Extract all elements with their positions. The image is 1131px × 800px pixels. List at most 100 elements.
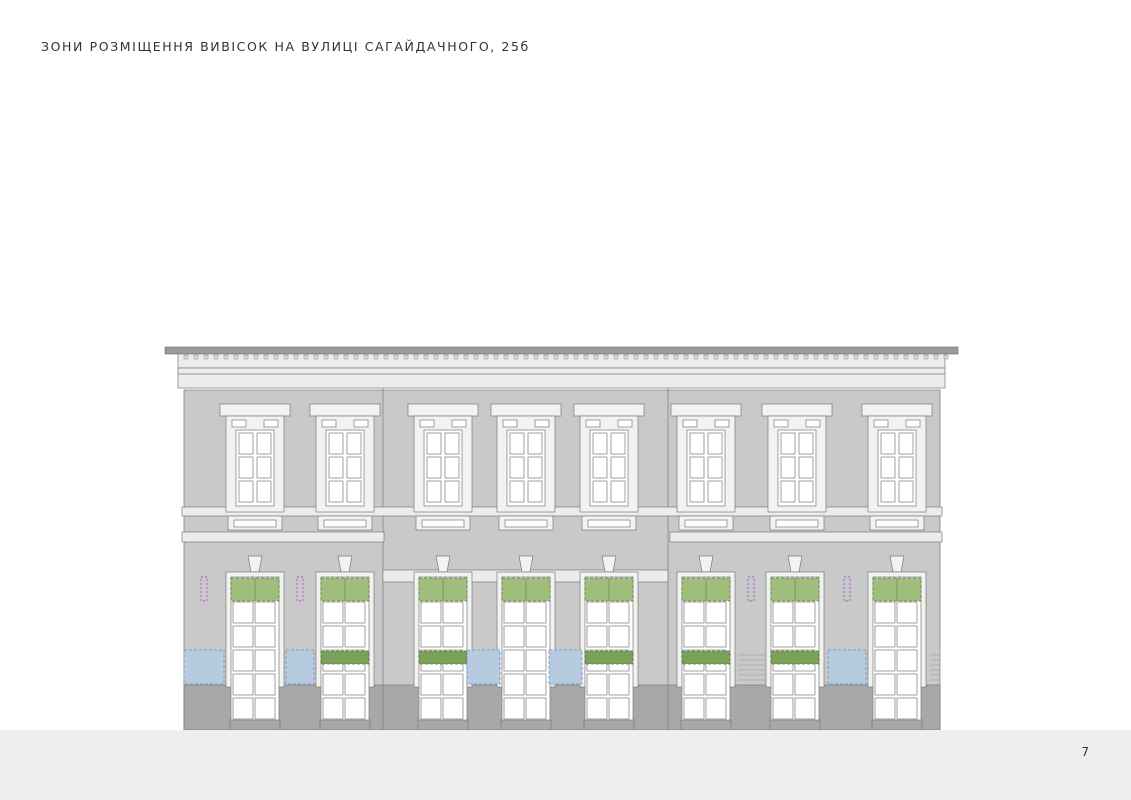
sign-zone-blue (827, 649, 867, 685)
door-pane (772, 625, 794, 648)
window-pane (328, 432, 344, 455)
door-pane (254, 673, 276, 696)
dentil (833, 354, 839, 360)
window-pane (426, 480, 442, 503)
door-step (500, 719, 552, 731)
door-pane (344, 673, 366, 696)
window-ornament (451, 419, 467, 428)
window-pane (898, 456, 914, 479)
dentil (463, 354, 469, 360)
dentil (803, 354, 809, 360)
door-pane (586, 625, 608, 648)
dentil (523, 354, 529, 360)
dentil (283, 354, 289, 360)
door-pane (874, 673, 896, 696)
dentil (743, 354, 749, 360)
door-pane (874, 625, 896, 648)
door-pane (705, 601, 727, 624)
sign-zone-dark-green (418, 650, 468, 665)
window-pediment (761, 403, 833, 417)
door-pane (525, 673, 547, 696)
window-ornament (905, 419, 921, 428)
window-pane (426, 456, 442, 479)
apron-panel (587, 519, 631, 528)
dentil (933, 354, 939, 360)
door-pane (683, 625, 705, 648)
apron-panel (323, 519, 367, 528)
window-pane (780, 456, 796, 479)
window-pane (610, 456, 626, 479)
door-pane (232, 601, 254, 624)
door-pane (420, 673, 442, 696)
dentil (423, 354, 429, 360)
window-ornament (231, 419, 247, 428)
door-pane (608, 697, 630, 720)
dentil (693, 354, 699, 360)
dentil (503, 354, 509, 360)
door-pane (442, 673, 464, 696)
dentil (873, 354, 879, 360)
door-pane (232, 697, 254, 720)
window-pediment (219, 403, 291, 417)
door-pane (503, 649, 525, 672)
dentil (203, 354, 209, 360)
window-pediment (309, 403, 381, 417)
dentil (433, 354, 439, 360)
door-pane (794, 673, 816, 696)
door-step (583, 719, 635, 731)
window-pane (880, 432, 896, 455)
dentil (293, 354, 299, 360)
door-pane (503, 673, 525, 696)
dentil (223, 354, 229, 360)
dentil (303, 354, 309, 360)
door-pane (794, 697, 816, 720)
window-pane (527, 456, 543, 479)
window-pane (592, 432, 608, 455)
door-pane (232, 625, 254, 648)
dentil (823, 354, 829, 360)
dentil (253, 354, 259, 360)
door-pane (586, 697, 608, 720)
dentil (543, 354, 549, 360)
door-pane (772, 673, 794, 696)
window-pane (780, 432, 796, 455)
door-pane (525, 697, 547, 720)
dentil (333, 354, 339, 360)
dentil (733, 354, 739, 360)
window-pane (798, 480, 814, 503)
door-pane (705, 697, 727, 720)
window-pane (444, 480, 460, 503)
door-pane (874, 649, 896, 672)
dentil (783, 354, 789, 360)
dentil (343, 354, 349, 360)
dentil (703, 354, 709, 360)
dentil (683, 354, 689, 360)
door-step (680, 719, 732, 731)
cornice-top (177, 353, 946, 369)
window-pane (689, 480, 705, 503)
dentil (443, 354, 449, 360)
dentil (273, 354, 279, 360)
door-pane (442, 697, 464, 720)
window-pane (238, 432, 254, 455)
door-pane (586, 673, 608, 696)
door-pane (896, 673, 918, 696)
dentil (653, 354, 659, 360)
door-pane (683, 601, 705, 624)
window-pediment (573, 403, 645, 417)
window-ornament (773, 419, 789, 428)
window-pane (256, 480, 272, 503)
dentil (353, 354, 359, 360)
dentil (633, 354, 639, 360)
apron-panel (684, 519, 728, 528)
dentil (713, 354, 719, 360)
dentil (643, 354, 649, 360)
dentil (453, 354, 459, 360)
plinth (183, 684, 941, 731)
door-pane (503, 625, 525, 648)
door-step (769, 719, 821, 731)
door-pane (896, 697, 918, 720)
door-pane (254, 625, 276, 648)
window-pane (610, 480, 626, 503)
door-pane (254, 697, 276, 720)
